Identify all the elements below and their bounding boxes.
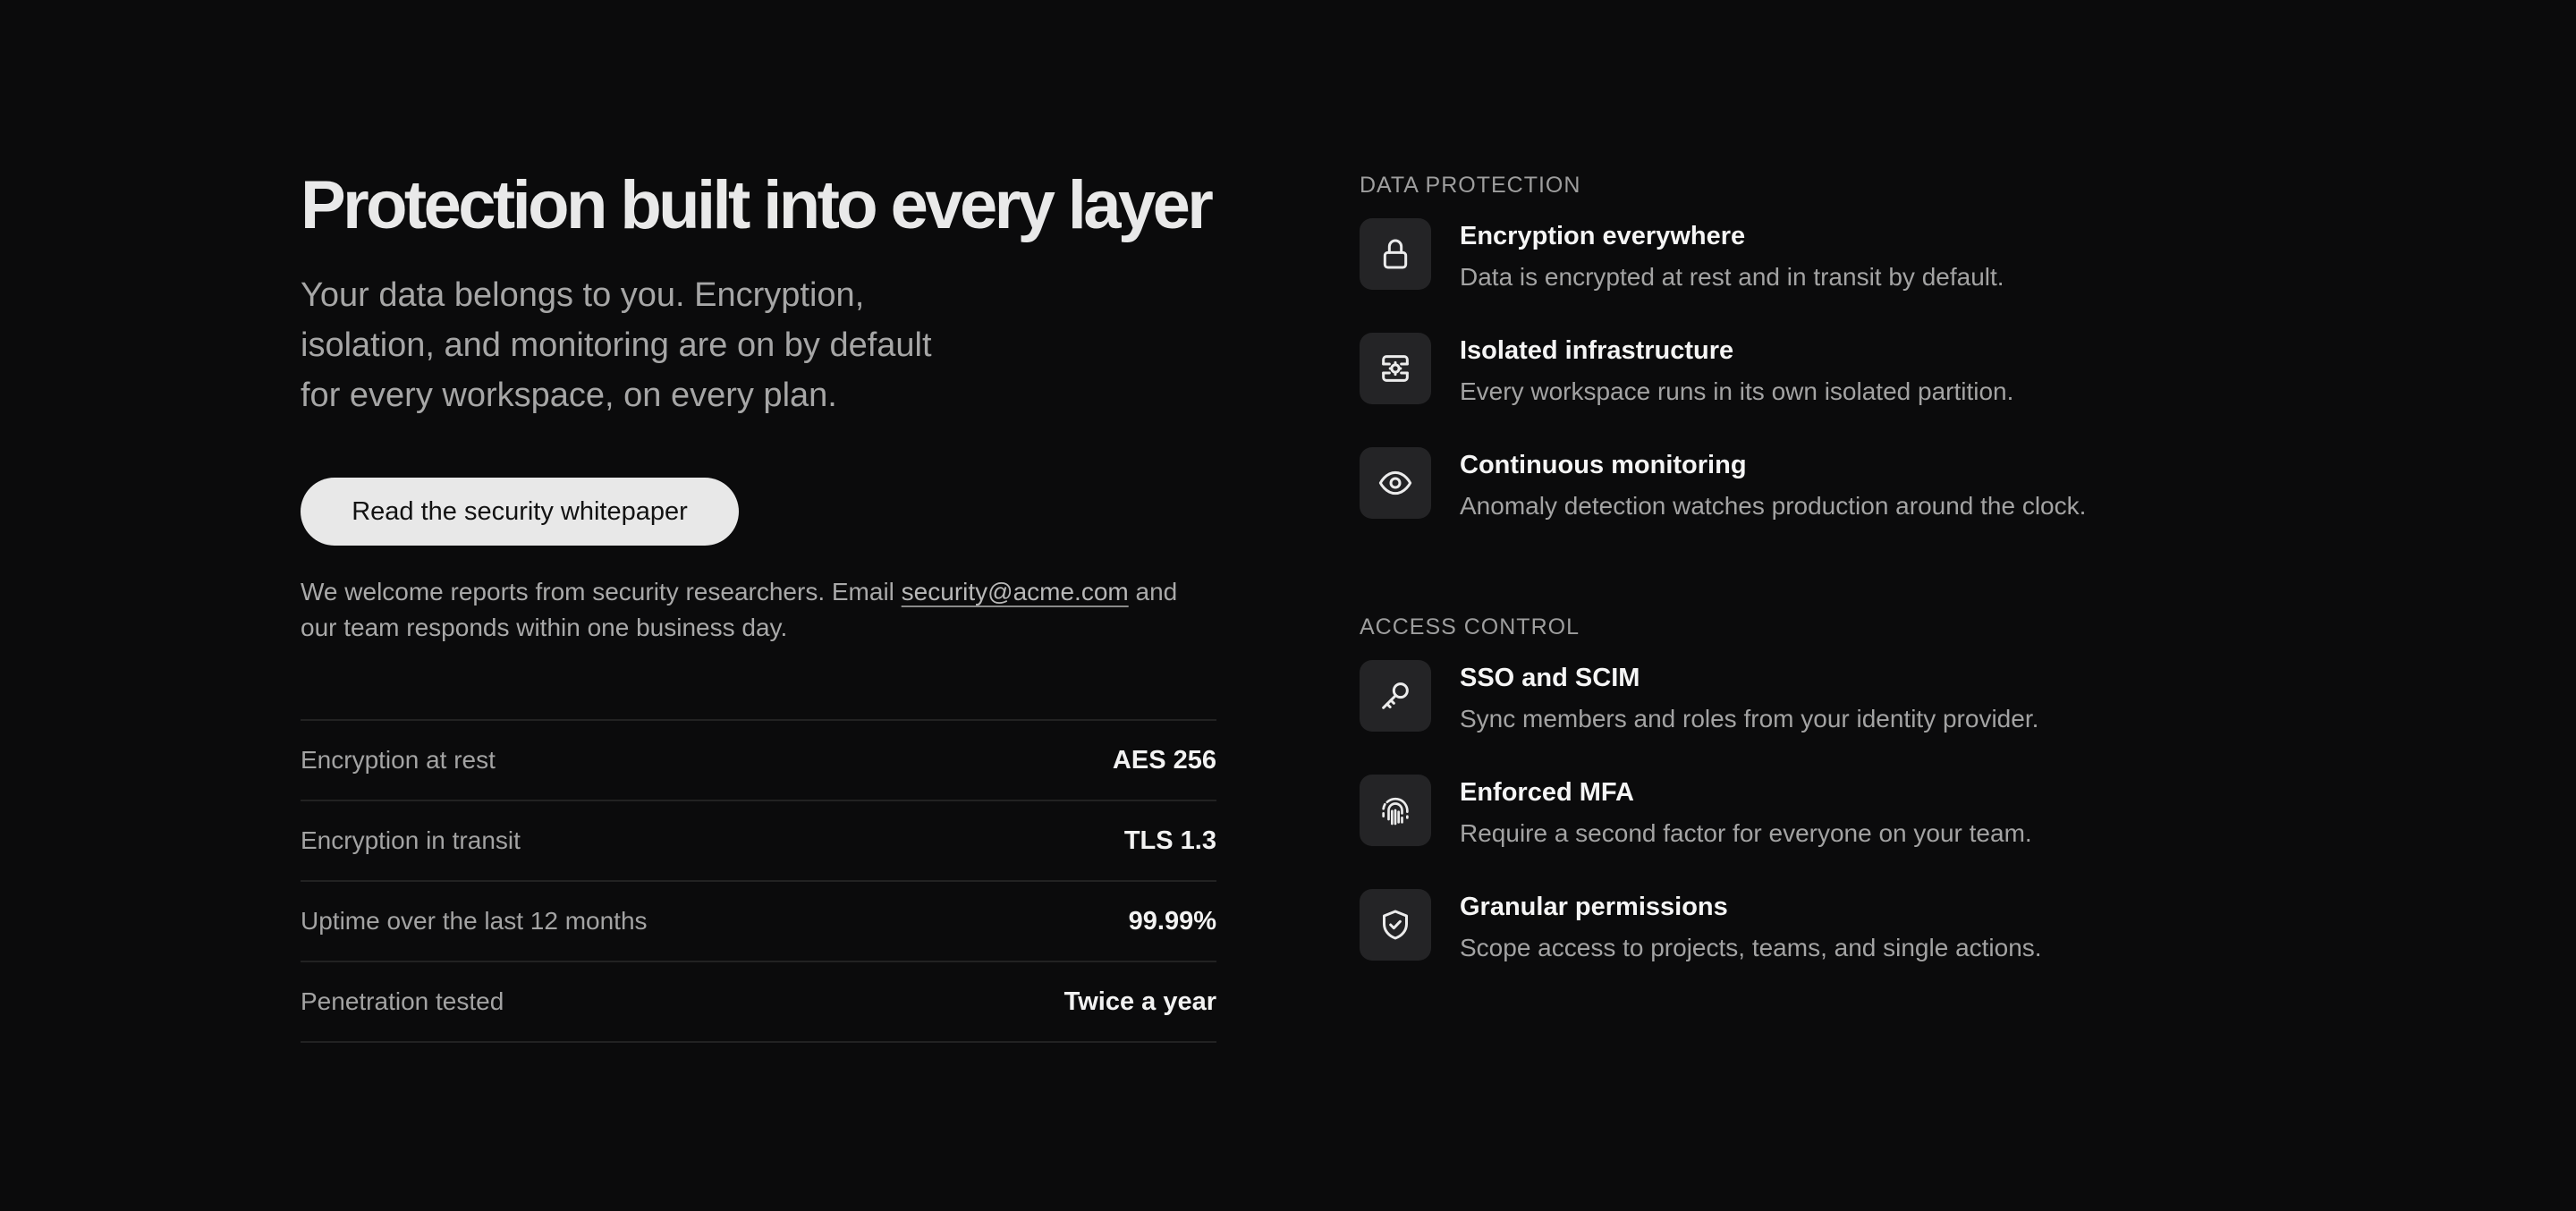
feature-description: Every workspace runs in its own isolated…	[1460, 377, 2014, 405]
page-subtitle: Your data belongs to you. Encryption, is…	[301, 276, 932, 414]
shield-check-icon	[1360, 889, 1431, 961]
section-label-access-control: ACCESS CONTROL	[1360, 614, 1580, 639]
lock-icon	[1360, 218, 1431, 290]
feature-item: SSO and SCIM Sync members and roles from…	[1360, 660, 2343, 775]
feature-description: Data is encrypted at rest and in transit…	[1460, 263, 2004, 291]
feature-text: Encryption everywhere Data is encrypted …	[1460, 218, 2004, 293]
access-control-list: SSO and SCIM Sync members and roles from…	[1360, 660, 2343, 1004]
data-protection-list: Encryption everywhere Data is encrypted …	[1360, 218, 2343, 562]
feature-text: Granular permissions Scope access to pro…	[1460, 889, 2042, 964]
stat-value: TLS 1.3	[1123, 826, 1216, 855]
feature-item: Enforced MFA Require a second factor for…	[1360, 775, 2343, 889]
feature-description: Require a second factor for everyone on …	[1460, 819, 2032, 847]
isolated-server-icon	[1360, 333, 1431, 404]
feature-item: Encryption everywhere Data is encrypted …	[1360, 218, 2343, 333]
stat-label: Uptime over the last 12 months	[301, 907, 648, 935]
fingerprint-icon	[1360, 775, 1431, 846]
stat-value: Twice a year	[1063, 987, 1216, 1016]
stat-row: Uptime over the last 12 months 99.99%	[301, 882, 1216, 962]
key-icon	[1360, 660, 1431, 732]
security-email-link[interactable]: security@acme.com	[902, 578, 1129, 606]
feature-item: Continuous monitoring Anomaly detection …	[1360, 447, 2343, 562]
hero-column: Protection built into every layer Your d…	[301, 161, 1216, 1043]
stat-value: 99.99%	[1128, 906, 1216, 936]
feature-title: Encryption everywhere	[1460, 222, 1746, 250]
feature-item: Granular permissions Scope access to pro…	[1360, 889, 2343, 1004]
reports-text-before: We welcome reports from security researc…	[301, 578, 902, 606]
stat-label: Penetration tested	[301, 987, 504, 1015]
features-column: DATA PROTECTION Encryption everywhere Da…	[1360, 170, 2343, 1004]
feature-description: Anomaly detection watches production aro…	[1460, 492, 2087, 520]
page-title: Protection built into every layer	[301, 167, 1214, 243]
feature-description: Sync members and roles from your identit…	[1460, 705, 2039, 733]
eye-icon	[1360, 447, 1431, 519]
stat-row: Encryption in transit TLS 1.3	[301, 801, 1216, 882]
stat-row: Penetration tested Twice a year	[301, 962, 1216, 1043]
feature-text: Enforced MFA Require a second factor for…	[1460, 775, 2032, 850]
reports-text: We welcome reports from security researc…	[301, 574, 1216, 646]
feature-title: Granular permissions	[1460, 893, 1728, 921]
stat-value: AES 256	[1112, 745, 1216, 775]
feature-description: Scope access to projects, teams, and sin…	[1460, 934, 2042, 961]
feature-title: Isolated infrastructure	[1460, 336, 1734, 365]
stat-label: Encryption in transit	[301, 826, 521, 854]
stat-label: Encryption at rest	[301, 746, 496, 774]
feature-text: Isolated infrastructure Every workspace …	[1460, 333, 2013, 408]
feature-item: Isolated infrastructure Every workspace …	[1360, 333, 2343, 447]
feature-title: SSO and SCIM	[1460, 664, 1640, 692]
stats-table: Encryption at rest AES 256 Encryption in…	[301, 719, 1216, 1043]
stat-row: Encryption at rest AES 256	[301, 721, 1216, 801]
section-label-data-protection: DATA PROTECTION	[1360, 173, 1581, 198]
security-page: Protection built into every layer Your d…	[0, 0, 2576, 1211]
feature-title: Enforced MFA	[1460, 778, 1634, 807]
feature-text: SSO and SCIM Sync members and roles from…	[1460, 660, 2038, 735]
feature-title: Continuous monitoring	[1460, 451, 1747, 479]
feature-text: Continuous monitoring Anomaly detection …	[1460, 447, 2086, 522]
whitepaper-button[interactable]: Read the security whitepaper	[301, 478, 739, 546]
